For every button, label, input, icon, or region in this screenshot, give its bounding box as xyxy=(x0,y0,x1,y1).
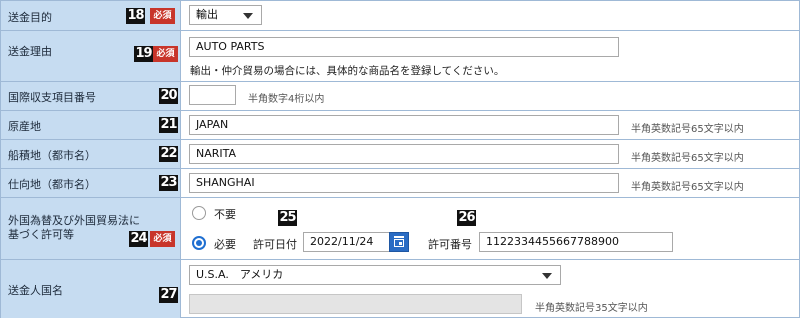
loading-input[interactable]: NARITA xyxy=(189,144,619,164)
permit-number-label: 許可番号 xyxy=(428,238,472,251)
chevron-down-icon xyxy=(542,273,552,279)
item-number-badge: 25 xyxy=(278,210,297,226)
origin-label: 原産地 xyxy=(8,120,41,133)
item-number-badge: 20 xyxy=(159,88,178,104)
item-number-badge: 24 xyxy=(129,231,148,247)
remittance-form: 送金目的 18 必須 輸出 送金理由 19 必須 AUTO PARTS 輸出・仲… xyxy=(0,0,800,318)
label-cell: 送金人国名 27 xyxy=(1,260,181,318)
remitter-name-input[interactable] xyxy=(189,294,522,314)
origin-input[interactable]: JAPAN xyxy=(189,115,619,135)
required-badge: 必須 xyxy=(150,231,175,247)
label-cell: 原産地 21 xyxy=(1,111,181,140)
item-number-badge: 18 xyxy=(126,8,145,24)
permit-date-input[interactable]: 2022/11/24 xyxy=(303,232,391,252)
item-number-badge: 21 xyxy=(159,117,178,133)
item-number-badge: 26 xyxy=(457,210,476,226)
required-badge: 必須 xyxy=(153,46,178,62)
remitter-country-label: 送金人国名 xyxy=(8,284,63,297)
remitter-country-select[interactable]: U.S.A. アメリカ xyxy=(189,265,561,285)
row-loading: 船積地（都市名） 22 NARITA 半角英数記号65文字以内 xyxy=(1,139,799,169)
destination-label: 仕向地（都市名） xyxy=(8,178,96,191)
permit-number-input[interactable]: 1122334455667788900 xyxy=(479,232,673,252)
loading-hint: 半角英数記号65文字以内 xyxy=(631,153,744,164)
permit-none-label[interactable]: 不要 xyxy=(214,206,236,222)
row-reason: 送金理由 19 必須 AUTO PARTS 輸出・仲介貿易の場合には、具体的な商… xyxy=(1,30,799,82)
item-number-badge: 27 xyxy=(159,287,178,303)
row-remitter-country: 送金人国名 27 U.S.A. アメリカ 半角英数記号35文字以内 xyxy=(1,259,799,318)
reason-label: 送金理由 xyxy=(8,45,52,58)
item-number-badge: 23 xyxy=(159,175,178,191)
permit-date-label: 許可日付 xyxy=(253,238,297,251)
row-permit: 外国為替及び外国貿易法に 基づく許可等 24 必須 不要 必要 25 許可日付 … xyxy=(1,197,799,260)
row-purpose: 送金目的 18 必須 輸出 xyxy=(1,1,799,30)
loading-label: 船積地（都市名） xyxy=(8,149,96,162)
label-cell: 送金目的 18 必須 xyxy=(1,1,181,30)
label-cell: 船積地（都市名） 22 xyxy=(1,140,181,169)
permit-required-radio[interactable] xyxy=(192,236,206,250)
permit-required-label[interactable]: 必要 xyxy=(214,236,236,252)
reason-input[interactable]: AUTO PARTS xyxy=(189,37,619,57)
calendar-icon[interactable] xyxy=(389,232,409,252)
item-number-badge: 22 xyxy=(159,146,178,162)
purpose-select[interactable]: 輸出 xyxy=(189,5,262,25)
label-cell: 仕向地（都市名） 23 xyxy=(1,169,181,198)
origin-hint: 半角英数記号65文字以内 xyxy=(631,124,744,135)
row-destination: 仕向地（都市名） 23 SHANGHAI 半角英数記号65文字以内 xyxy=(1,168,799,198)
label-cell: 国際収支項目番号 20 xyxy=(1,82,181,111)
reason-note: 輸出・仲介貿易の場合には、具体的な商品名を登録してください。 xyxy=(190,65,505,77)
destination-input[interactable]: SHANGHAI xyxy=(189,173,619,193)
bop-code-input[interactable] xyxy=(189,85,236,105)
bop-code-hint: 半角数字4桁以内 xyxy=(248,94,325,105)
destination-hint: 半角英数記号65文字以内 xyxy=(631,182,744,193)
permit-label-line2: 基づく許可等 xyxy=(8,228,74,241)
chevron-down-icon xyxy=(243,13,253,19)
item-number-badge: 19 xyxy=(134,46,153,62)
row-origin: 原産地 21 JAPAN 半角英数記号65文字以内 xyxy=(1,110,799,140)
remitter-name-hint: 半角英数記号35文字以内 xyxy=(535,303,648,314)
calendar-icon-top xyxy=(394,236,404,238)
permit-none-radio[interactable] xyxy=(192,206,206,220)
required-badge: 必須 xyxy=(150,8,175,24)
purpose-label: 送金目的 xyxy=(8,11,52,24)
row-bop-code: 国際収支項目番号 20 半角数字4桁以内 xyxy=(1,81,799,111)
bop-code-label: 国際収支項目番号 xyxy=(8,91,96,104)
purpose-select-value: 輸出 xyxy=(196,8,218,21)
remitter-country-select-value: U.S.A. アメリカ xyxy=(196,268,284,281)
label-cell: 外国為替及び外国貿易法に 基づく許可等 24 必須 xyxy=(1,198,181,260)
label-cell: 送金理由 19 必須 xyxy=(1,31,181,82)
calendar-icon-dot xyxy=(399,242,402,245)
